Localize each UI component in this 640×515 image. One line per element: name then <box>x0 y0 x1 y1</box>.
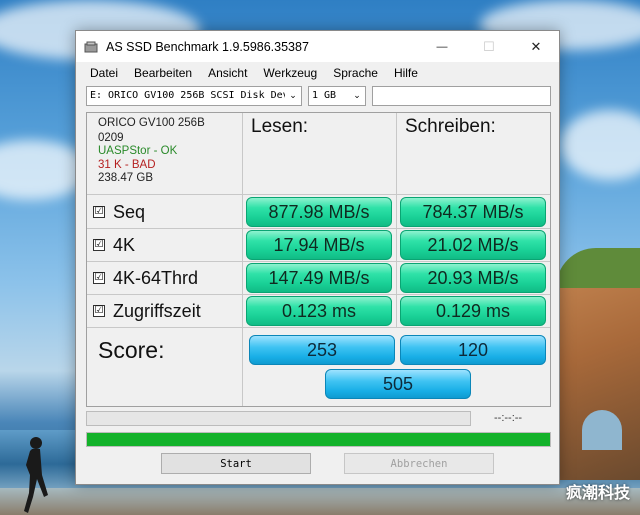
row-divider <box>87 327 550 328</box>
runner-silhouette <box>24 437 48 513</box>
alignment-status: 31 K - BAD <box>98 158 156 171</box>
app-window: AS SSD Benchmark 1.9.5986.35387 — ☐ ✕ Da… <box>75 30 560 485</box>
score-total: 505 <box>325 369 471 399</box>
maximize-icon: ☐ <box>483 38 495 54</box>
test-row-seq: ☑ Seq <box>93 197 145 227</box>
drive-name: ORICO GV100 256B <box>98 117 205 129</box>
write-column-header: Schreiben: <box>405 116 496 137</box>
score-label: Score: <box>98 337 165 363</box>
score-write: 120 <box>400 335 546 365</box>
4k64-write-value: 20.93 MB/s <box>400 263 546 293</box>
size-select-value: 1 GB <box>312 90 337 101</box>
column-divider <box>242 327 243 406</box>
checkbox-seq[interactable]: ☑ <box>93 206 105 218</box>
4k64-read-value: 147.49 MB/s <box>246 263 392 293</box>
chevron-down-icon: ⌄ <box>349 87 365 105</box>
shore-background <box>0 488 640 515</box>
row-divider <box>87 194 550 195</box>
menu-werkzeug[interactable]: Werkzeug <box>263 66 317 80</box>
drive-info: ORICO GV100 256B 0209 UASPStor - OK 31 K… <box>98 117 205 186</box>
abort-button[interactable]: Abbrechen <box>344 453 494 474</box>
start-button[interactable]: Start <box>161 453 311 474</box>
cloud <box>560 110 640 180</box>
test-progress-bar <box>86 411 471 426</box>
test-label: Zugriffszeit <box>113 300 201 321</box>
total-progress-fill <box>87 433 550 446</box>
row-divider <box>87 261 550 262</box>
test-row-access-time: ☑ Zugriffszeit <box>93 296 201 326</box>
checkbox-access-time[interactable]: ☑ <box>93 305 105 317</box>
test-label: Seq <box>113 201 146 222</box>
drive-select[interactable]: E: ORICO GV100 256B SCSI Disk Dev ⌄ <box>86 86 302 106</box>
menu-hilfe[interactable]: Hilfe <box>394 66 418 80</box>
4k-write-value: 21.02 MB/s <box>400 230 546 260</box>
rock-arch <box>582 410 622 450</box>
access-write-value: 0.129 ms <box>400 296 546 326</box>
results-panel: ORICO GV100 256B 0209 UASPStor - OK 31 K… <box>86 112 551 407</box>
window-title: AS SSD Benchmark 1.9.5986.35387 <box>106 39 309 54</box>
checkbox-4k[interactable]: ☑ <box>93 239 105 251</box>
size-select[interactable]: 1 GB ⌄ <box>308 86 366 106</box>
app-disk-icon <box>84 41 98 52</box>
minimize-icon: — <box>436 40 448 53</box>
drive-select-value: E: ORICO GV100 256B SCSI Disk Dev <box>90 90 289 101</box>
menu-bar: Datei Bearbeiten Ansicht Werkzeug Sprach… <box>76 62 559 84</box>
menu-sprache[interactable]: Sprache <box>333 66 378 80</box>
test-label: 4K <box>113 234 136 255</box>
seq-read-value: 877.98 MB/s <box>246 197 392 227</box>
checkbox-4k-64thrd[interactable]: ☑ <box>93 272 105 284</box>
minimize-button[interactable]: — <box>419 31 465 62</box>
title-bar[interactable]: AS SSD Benchmark 1.9.5986.35387 — ☐ ✕ <box>76 31 559 62</box>
score-read: 253 <box>249 335 395 365</box>
menu-datei[interactable]: Datei <box>90 66 118 80</box>
watermark-text: 疯潮科技 <box>565 483 630 502</box>
chevron-down-icon: ⌄ <box>285 87 301 105</box>
menu-ansicht[interactable]: Ansicht <box>208 66 247 80</box>
row-divider <box>87 228 550 229</box>
drive-capacity: 238.47 GB <box>98 172 153 184</box>
access-read-value: 0.123 ms <box>246 296 392 326</box>
4k-read-value: 17.94 MB/s <box>246 230 392 260</box>
elapsed-time: --:--:-- <box>494 412 523 424</box>
read-column-header: Lesen: <box>251 116 309 137</box>
text-input[interactable] <box>372 86 551 106</box>
close-button[interactable]: ✕ <box>513 31 559 62</box>
maximize-button[interactable]: ☐ <box>466 31 512 62</box>
driver-status: UASPStor - OK <box>98 145 178 157</box>
cliff-grass <box>556 248 640 288</box>
seq-write-value: 784.37 MB/s <box>400 197 546 227</box>
menu-bearbeiten[interactable]: Bearbeiten <box>134 66 192 80</box>
test-row-4k: ☑ 4K <box>93 230 135 260</box>
close-icon: ✕ <box>530 38 542 54</box>
test-row-4k-64thrd: ☑ 4K-64Thrd <box>93 263 198 293</box>
test-label: 4K-64Thrd <box>113 267 199 288</box>
row-divider <box>87 294 550 295</box>
total-progress-bar <box>86 432 551 447</box>
drive-firmware: 0209 <box>98 131 124 144</box>
